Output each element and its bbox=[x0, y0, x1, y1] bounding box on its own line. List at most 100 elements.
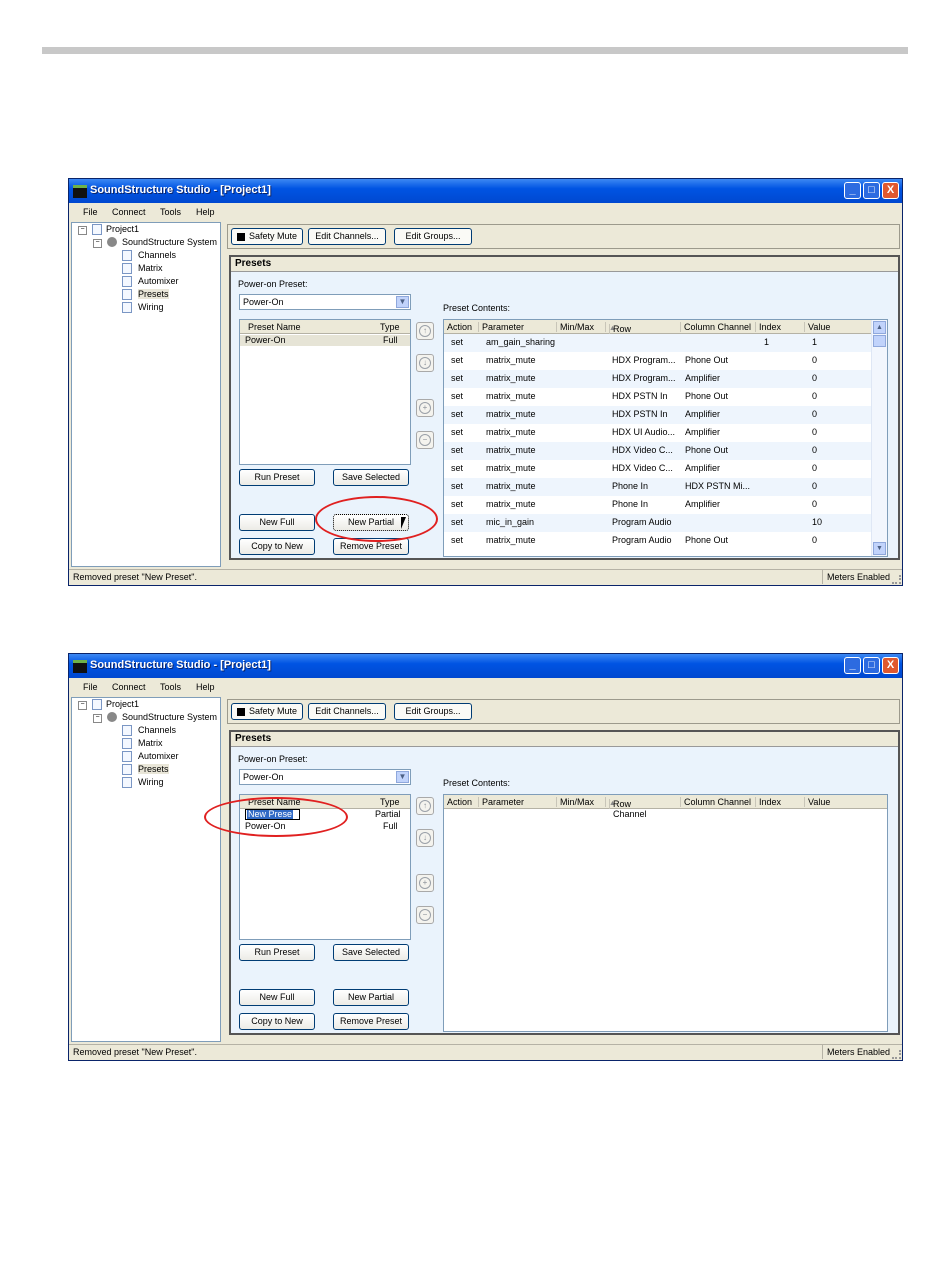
menu-help[interactable]: Help bbox=[196, 207, 215, 217]
col-row-channel[interactable]: Row Channel ▲ bbox=[605, 797, 647, 819]
menu-file[interactable]: File bbox=[83, 682, 98, 692]
col-parameter[interactable]: Parameter bbox=[478, 322, 524, 332]
new-full-button[interactable]: New Full bbox=[239, 989, 315, 1006]
copy-to-new-button[interactable]: Copy to New bbox=[239, 538, 315, 555]
col-type[interactable]: Type bbox=[380, 322, 400, 332]
table-row[interactable]: set matrix_mute Phone In HDX PSTN Mi... 0 bbox=[444, 478, 871, 496]
col-index[interactable]: Index bbox=[755, 322, 781, 332]
power-on-select[interactable]: Power-On ▼ bbox=[239, 294, 411, 310]
tree-item-system[interactable]: SoundStructure System bbox=[122, 712, 217, 722]
remove-item-button[interactable]: − bbox=[416, 431, 434, 449]
save-selected-button[interactable]: Save Selected bbox=[333, 944, 409, 961]
col-preset-name[interactable]: Preset Name bbox=[248, 322, 301, 332]
maximize-button[interactable]: □ bbox=[863, 182, 880, 199]
collapse-icon[interactable]: − bbox=[78, 701, 87, 710]
remove-preset-button[interactable]: Remove Preset bbox=[333, 1013, 409, 1030]
scroll-up-icon[interactable]: ▲ bbox=[873, 321, 886, 334]
close-button[interactable]: X bbox=[882, 657, 899, 674]
col-value[interactable]: Value bbox=[804, 322, 830, 332]
col-parameter[interactable]: Parameter bbox=[478, 797, 524, 807]
add-item-button[interactable]: + bbox=[416, 874, 434, 892]
new-full-button[interactable]: New Full bbox=[239, 514, 315, 531]
tree-item-system[interactable]: SoundStructure System bbox=[122, 237, 217, 247]
add-item-button[interactable]: + bbox=[416, 399, 434, 417]
tree-item-matrix[interactable]: Matrix bbox=[138, 263, 163, 273]
chevron-down-icon[interactable]: ▼ bbox=[396, 771, 409, 783]
meters-status: Meters Enabled bbox=[821, 1045, 890, 1059]
collapse-icon[interactable]: − bbox=[93, 239, 102, 248]
edit-groups-button[interactable]: Edit Groups... bbox=[394, 228, 472, 245]
table-row[interactable]: set matrix_mute Phone In Amplifier 0 bbox=[444, 496, 871, 514]
scroll-down-icon[interactable]: ▼ bbox=[873, 542, 886, 555]
table-row[interactable]: set matrix_mute HDX PSTN In Phone Out 0 bbox=[444, 388, 871, 406]
run-preset-button[interactable]: Run Preset bbox=[239, 469, 315, 486]
tree-item-channels[interactable]: Channels bbox=[138, 250, 176, 260]
menu-connect[interactable]: Connect bbox=[112, 207, 146, 217]
col-column-channel[interactable]: Column Channel bbox=[680, 322, 751, 332]
tree-item-presets[interactable]: Presets bbox=[138, 289, 169, 299]
copy-to-new-button[interactable]: Copy to New bbox=[239, 1013, 315, 1030]
safety-mute-button[interactable]: Safety Mute bbox=[231, 703, 303, 720]
menu-tools[interactable]: Tools bbox=[160, 207, 181, 217]
resize-grip-icon[interactable] bbox=[892, 575, 901, 584]
move-down-button[interactable]: ↓ bbox=[416, 829, 434, 847]
edit-channels-button[interactable]: Edit Channels... bbox=[308, 703, 386, 720]
close-button[interactable]: X bbox=[882, 182, 899, 199]
tree-item-wiring[interactable]: Wiring bbox=[138, 302, 164, 312]
table-row[interactable]: set matrix_mute HDX Video C... Phone Out 0 bbox=[444, 442, 871, 460]
menu-connect[interactable]: Connect bbox=[112, 682, 146, 692]
resize-grip-icon[interactable] bbox=[892, 1050, 901, 1059]
table-row[interactable]: set matrix_mute HDX Program... Amplifier 0 bbox=[444, 370, 871, 388]
tree-item-wiring[interactable]: Wiring bbox=[138, 777, 164, 787]
run-preset-button[interactable]: Run Preset bbox=[239, 944, 315, 961]
table-row[interactable]: set mic_in_gain Program Audio 10 bbox=[444, 514, 871, 532]
menu-help[interactable]: Help bbox=[196, 682, 215, 692]
col-minmax[interactable]: Min/Max bbox=[556, 797, 594, 807]
vertical-scrollbar[interactable]: ▲ ▼ bbox=[871, 320, 887, 556]
title-bar[interactable]: SoundStructure Studio - [Project1] _ □ X bbox=[69, 654, 902, 678]
chevron-down-icon[interactable]: ▼ bbox=[396, 296, 409, 308]
table-row[interactable]: set matrix_mute HDX PSTN In Amplifier 0 bbox=[444, 406, 871, 424]
safety-mute-button[interactable]: Safety Mute bbox=[231, 228, 303, 245]
collapse-icon[interactable]: − bbox=[93, 714, 102, 723]
table-row[interactable]: set matrix_mute HDX UI Audio... Amplifier 0 bbox=[444, 424, 871, 442]
cell-row-channel: Phone In bbox=[612, 499, 649, 509]
col-row-channel[interactable]: Row Channel ▲ bbox=[605, 322, 647, 344]
col-index[interactable]: Index bbox=[755, 797, 781, 807]
maximize-button[interactable]: □ bbox=[863, 657, 880, 674]
table-row[interactable]: set matrix_mute Program Audio Phone Out 0 bbox=[444, 532, 871, 550]
move-up-button[interactable]: ↑ bbox=[416, 322, 434, 340]
tree-item-channels[interactable]: Channels bbox=[138, 725, 176, 735]
col-column-channel[interactable]: Column Channel bbox=[680, 797, 751, 807]
tree-item-presets[interactable]: Presets bbox=[138, 764, 169, 774]
new-partial-button[interactable]: New Partial bbox=[333, 989, 409, 1006]
tree-item-project[interactable]: Project1 bbox=[106, 224, 139, 234]
table-row[interactable]: set am_gain_sharing 1 1 bbox=[444, 334, 871, 352]
collapse-icon[interactable]: − bbox=[78, 226, 87, 235]
tree-item-automixer[interactable]: Automixer bbox=[138, 751, 179, 761]
power-on-select[interactable]: Power-On ▼ bbox=[239, 769, 411, 785]
tree-item-project[interactable]: Project1 bbox=[106, 699, 139, 709]
table-row[interactable]: set matrix_mute HDX Program... Phone Out 0 bbox=[444, 352, 871, 370]
minimize-button[interactable]: _ bbox=[844, 182, 861, 199]
title-bar[interactable]: SoundStructure Studio - [Project1] _ □ X bbox=[69, 179, 902, 203]
scroll-thumb[interactable] bbox=[873, 335, 886, 347]
preset-list-item[interactable]: Power-On Full bbox=[240, 335, 410, 346]
tree-item-automixer[interactable]: Automixer bbox=[138, 276, 179, 286]
col-type[interactable]: Type bbox=[380, 797, 400, 807]
edit-groups-button[interactable]: Edit Groups... bbox=[394, 703, 472, 720]
table-row[interactable]: set matrix_mute HDX Video C... Amplifier 0 bbox=[444, 460, 871, 478]
edit-channels-button[interactable]: Edit Channels... bbox=[308, 228, 386, 245]
col-action[interactable]: Action bbox=[444, 322, 472, 332]
col-value[interactable]: Value bbox=[804, 797, 830, 807]
col-minmax[interactable]: Min/Max bbox=[556, 322, 594, 332]
save-selected-button[interactable]: Save Selected bbox=[333, 469, 409, 486]
minimize-button[interactable]: _ bbox=[844, 657, 861, 674]
menu-file[interactable]: File bbox=[83, 207, 98, 217]
move-down-button[interactable]: ↓ bbox=[416, 354, 434, 372]
col-action[interactable]: Action bbox=[444, 797, 472, 807]
move-up-button[interactable]: ↑ bbox=[416, 797, 434, 815]
tree-item-matrix[interactable]: Matrix bbox=[138, 738, 163, 748]
menu-tools[interactable]: Tools bbox=[160, 682, 181, 692]
remove-item-button[interactable]: − bbox=[416, 906, 434, 924]
